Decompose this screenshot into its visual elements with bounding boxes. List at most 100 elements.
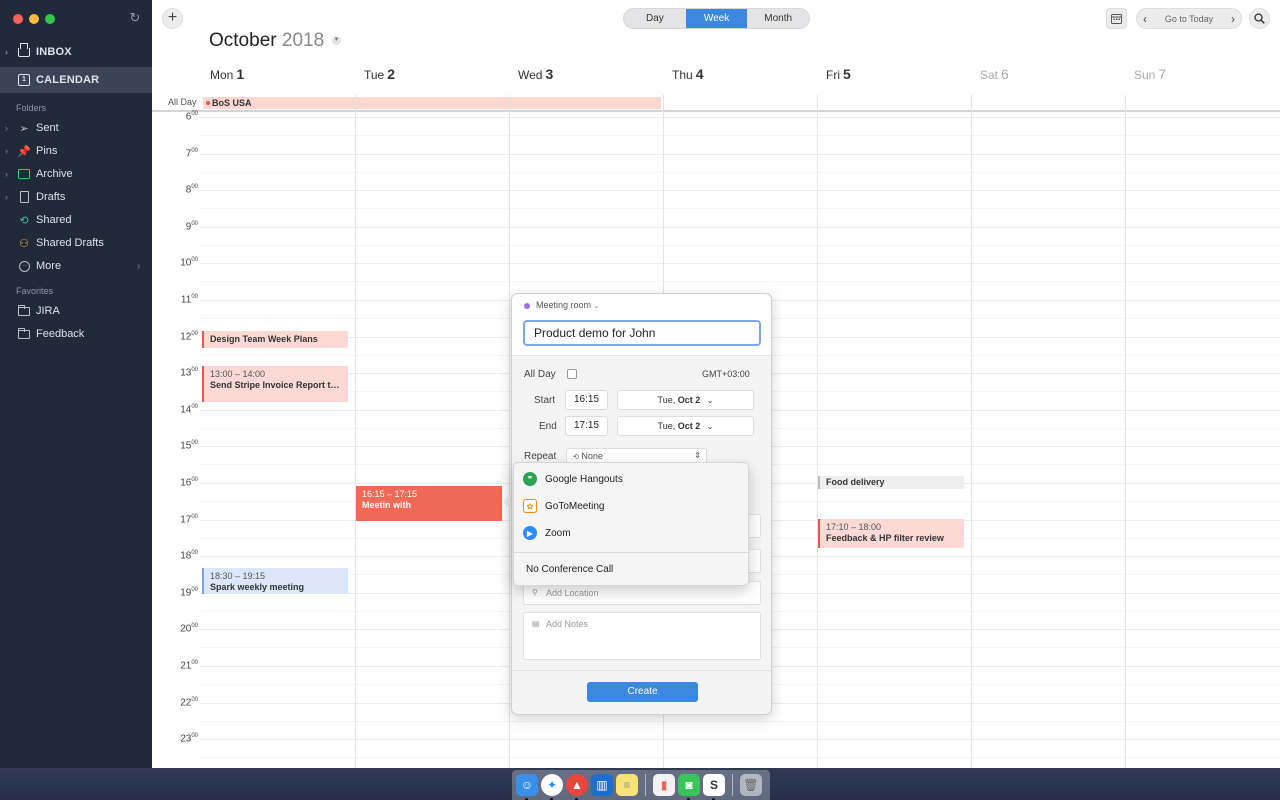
event-feedback-review[interactable]: 17:10 – 18:00 Feedback & HP filter revie… bbox=[818, 519, 964, 548]
menu-item-google-hangouts[interactable]: ❞ Google Hangouts bbox=[514, 466, 748, 492]
go-to-today-button[interactable]: Go to Today bbox=[1165, 14, 1213, 24]
day-column-divider bbox=[817, 95, 818, 768]
slack-icon[interactable]: S bbox=[703, 774, 725, 800]
pin-icon: 📌 bbox=[17, 145, 31, 158]
event-stripe-invoice[interactable]: 13:00 – 14:00 Send Stripe Invoice Report… bbox=[202, 366, 348, 402]
mini-calendar-button[interactable] bbox=[1106, 8, 1127, 29]
chevron-down-icon[interactable]: ▼ bbox=[332, 36, 341, 45]
half-hour-gridline bbox=[200, 757, 1280, 758]
day-header-mon[interactable]: Mon 1 bbox=[210, 66, 244, 82]
inbox-icon bbox=[17, 42, 31, 59]
chevron-down-icon: ⌄ bbox=[593, 303, 600, 310]
facetime-icon[interactable]: ◙ bbox=[678, 774, 700, 800]
notes-app-icon[interactable]: ≡ bbox=[616, 774, 638, 796]
half-hour-gridline bbox=[200, 135, 1280, 136]
sidebar-item-more[interactable]: ··· More › bbox=[0, 254, 152, 278]
menu-item-gotomeeting[interactable]: ✿ GoToMeeting bbox=[514, 493, 748, 519]
zoom-icon: ▶ bbox=[523, 526, 537, 540]
safari-icon[interactable]: ✦ bbox=[541, 774, 563, 800]
chevron-right-icon: › bbox=[5, 47, 9, 57]
sidebar-item-label: Drafts bbox=[36, 191, 66, 203]
day-header-tue[interactable]: Tue 2 bbox=[364, 66, 395, 82]
end-label: End bbox=[539, 421, 557, 432]
event-title-input[interactable] bbox=[523, 320, 761, 346]
sidebar-item-pins[interactable]: › 📌 Pins bbox=[0, 139, 152, 163]
numbers-icon[interactable]: ▮ bbox=[653, 774, 675, 796]
half-hour-gridline bbox=[200, 245, 1280, 246]
updown-icon: ⇕ bbox=[694, 451, 701, 460]
day-header-wed[interactable]: Wed 3 bbox=[518, 66, 553, 82]
search-icon bbox=[1254, 13, 1265, 24]
hour-gridline bbox=[200, 154, 1280, 155]
sidebar-item-archive[interactable]: › Archive bbox=[0, 162, 152, 186]
finder-icon[interactable]: ☺ bbox=[516, 774, 538, 800]
sidebar-item-drafts[interactable]: › Drafts bbox=[0, 185, 152, 209]
hour-label: 1100 bbox=[180, 294, 198, 306]
folder-icon bbox=[17, 327, 31, 341]
half-hour-gridline bbox=[200, 172, 1280, 173]
trello-icon[interactable]: ▥ bbox=[591, 774, 613, 796]
start-date-select[interactable]: Tue, Oct 2 ⌄ bbox=[617, 390, 754, 410]
shared-drafts-icon: ⚇ bbox=[19, 237, 29, 250]
sidebar-item-calendar[interactable]: 1 CALENDAR bbox=[0, 67, 152, 93]
sidebar-item-inbox[interactable]: › INBOX bbox=[0, 40, 152, 64]
create-button[interactable]: Create bbox=[587, 682, 698, 702]
day-header-sun[interactable]: Sun 7 bbox=[1134, 66, 1166, 82]
chevron-right-icon[interactable]: › bbox=[1231, 12, 1235, 26]
hour-gridline bbox=[200, 190, 1280, 191]
spark-icon[interactable]: ▲ bbox=[566, 774, 588, 800]
sidebar-item-sent[interactable]: › ➢ Sent bbox=[0, 116, 152, 140]
hour-label: 1000 bbox=[180, 257, 198, 269]
calendar-select[interactable]: Meeting room ⌄ bbox=[536, 300, 599, 310]
all-day-row-label: All Day bbox=[168, 97, 197, 107]
menu-item-zoom[interactable]: ▶ Zoom bbox=[514, 520, 748, 546]
sidebar-item-feedback[interactable]: Feedback bbox=[0, 322, 152, 346]
day-header-fri[interactable]: Fri 5 bbox=[826, 66, 851, 82]
shared-icon: ⟲ bbox=[19, 214, 29, 227]
hour-label: 2100 bbox=[180, 660, 198, 672]
event-food-delivery[interactable]: Food delivery bbox=[818, 476, 964, 489]
hour-gridline bbox=[200, 117, 1280, 118]
half-hour-gridline bbox=[200, 721, 1280, 722]
tab-month[interactable]: Month bbox=[747, 9, 809, 28]
sidebar-item-shared[interactable]: ⟲ Shared bbox=[0, 208, 152, 232]
refresh-icon[interactable]: ↻ bbox=[128, 11, 142, 25]
hangouts-icon: ❞ bbox=[523, 472, 537, 486]
sidebar-item-shared-drafts[interactable]: ⚇ Shared Drafts bbox=[0, 231, 152, 255]
view-switcher: Day Week Month bbox=[623, 8, 810, 29]
day-header-sat[interactable]: Sat 6 bbox=[980, 66, 1009, 82]
all-day-event[interactable]: BoS USA bbox=[203, 97, 661, 109]
sidebar-item-label: INBOX bbox=[36, 46, 72, 58]
all-day-label: All Day bbox=[524, 369, 556, 380]
event-design-team[interactable]: Design Team Week Plans bbox=[202, 331, 348, 348]
add-event-button[interactable]: + bbox=[162, 8, 183, 29]
day-column-divider bbox=[355, 95, 356, 768]
end-date-select[interactable]: Tue, Oct 2 ⌄ bbox=[617, 416, 754, 436]
zoom-window-button[interactable] bbox=[45, 14, 55, 24]
chevron-right-icon: › bbox=[5, 169, 8, 179]
notes-field[interactable]: ▤ Add Notes bbox=[523, 612, 761, 660]
menu-item-no-conference[interactable]: No Conference Call bbox=[526, 564, 613, 575]
notes-icon: ▤ bbox=[532, 619, 540, 628]
tab-week[interactable]: Week bbox=[685, 9, 748, 28]
chevron-right-icon: › bbox=[5, 146, 8, 156]
chevron-left-icon[interactable]: ‹ bbox=[1143, 12, 1147, 26]
dock: ☺ ✦ ▲ ▥ ≡ ▮ ◙ S 🗑 bbox=[512, 770, 770, 800]
event-spark-weekly[interactable]: 18:30 – 19:15 Spark weekly meeting bbox=[202, 568, 348, 594]
page-title[interactable]: October 2018 bbox=[209, 30, 324, 52]
chevron-right-icon: › bbox=[5, 123, 8, 133]
end-time-field[interactable]: 17:15 bbox=[565, 416, 608, 436]
timezone-label[interactable]: GMT+03:00 bbox=[702, 369, 750, 379]
trash-icon[interactable]: 🗑 bbox=[740, 774, 762, 796]
start-time-field[interactable]: 16:15 bbox=[565, 390, 608, 410]
day-header-thu[interactable]: Thu 4 bbox=[672, 66, 703, 82]
tab-day[interactable]: Day bbox=[624, 9, 686, 28]
close-window-button[interactable] bbox=[13, 14, 23, 24]
hour-label: 1500 bbox=[180, 440, 198, 452]
all-day-checkbox[interactable] bbox=[567, 369, 577, 379]
event-meetin-with[interactable]: 16:15 – 17:15 Meetin with bbox=[356, 486, 502, 521]
search-button[interactable] bbox=[1249, 8, 1270, 29]
sidebar-item-jira[interactable]: JIRA bbox=[0, 299, 152, 323]
hour-gridline bbox=[200, 227, 1280, 228]
minimize-window-button[interactable] bbox=[29, 14, 39, 24]
